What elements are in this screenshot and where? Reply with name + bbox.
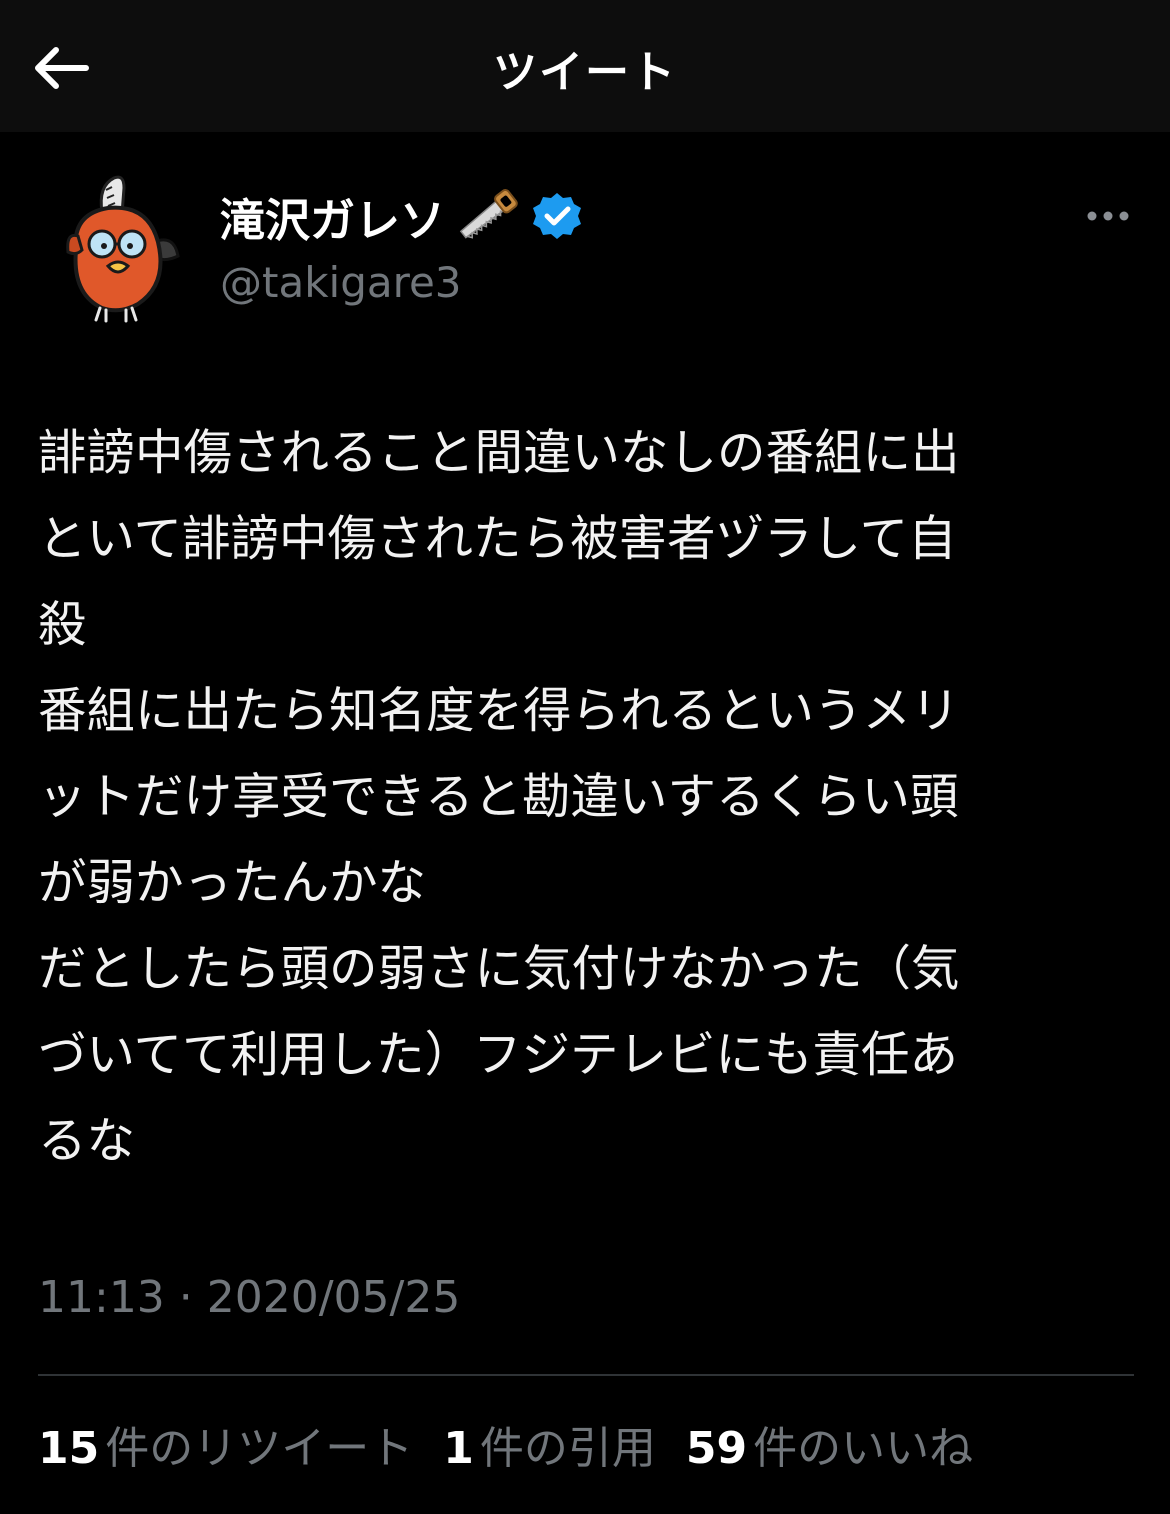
divider: [38, 1374, 1134, 1376]
tweet-line: 誹謗中傷されること間違いなしの番組に出: [38, 425, 960, 481]
author-display-name[interactable]: 滝沢ガレソ: [220, 184, 445, 249]
author-handle[interactable]: @takigare3: [220, 258, 462, 307]
retweets-stat[interactable]: 15 件のリツイート: [38, 1412, 413, 1476]
tweet-line: だとしたら頭の弱さに気付けなかった（気: [38, 941, 960, 997]
verified-badge-icon: [533, 193, 582, 239]
author-name-row: 滝沢ガレソ: [220, 188, 583, 247]
avatar[interactable]: [62, 172, 182, 324]
engagement-stats: 15 件のリツイート 1 件の引用 59 件のいいね: [38, 1412, 1003, 1476]
quote-label: 件の引用: [479, 1423, 656, 1474]
more-options-button[interactable]: [1080, 196, 1136, 236]
likes-stat[interactable]: 59 件のいいね: [686, 1412, 973, 1476]
avatar-chainsaw-dog-character: [66, 175, 180, 323]
tweet-text: 誹謗中傷されること間違いなしの番組に出 といて誹謗中傷されたら被害者ヅラして自 …: [38, 410, 1138, 1184]
tweet-line: 殺: [38, 597, 87, 653]
quote-count: 1: [443, 1423, 474, 1474]
tweet-line: るな: [38, 1113, 136, 1169]
tweet-line: ットだけ享受できると勘違いするくらい頭: [38, 769, 959, 825]
tweet-timestamp[interactable]: 11:13 · 2020/05/25: [38, 1272, 460, 1323]
quotes-stat[interactable]: 1 件の引用: [443, 1412, 656, 1476]
retweet-count: 15: [38, 1423, 100, 1474]
like-count: 59: [685, 1423, 748, 1474]
retweet-label: 件のリツイート: [105, 1423, 414, 1474]
page-title: ツイート: [493, 47, 677, 98]
tweet-line: が弱かったんかな: [38, 855, 427, 911]
more-options-icon: [1087, 211, 1129, 221]
tweet-line: といて誹謗中傷されたら被害者ヅラして自: [38, 511, 957, 567]
saw-icon: [459, 189, 518, 239]
like-label: 件のいいね: [753, 1423, 974, 1474]
tweet-line: 番組に出たら知名度を得られるというメリ: [38, 683, 960, 739]
tweet-line: づいてて利用した）フジテレビにも責任あ: [38, 1027, 959, 1083]
top-bar: ツイート: [0, 0, 1170, 132]
